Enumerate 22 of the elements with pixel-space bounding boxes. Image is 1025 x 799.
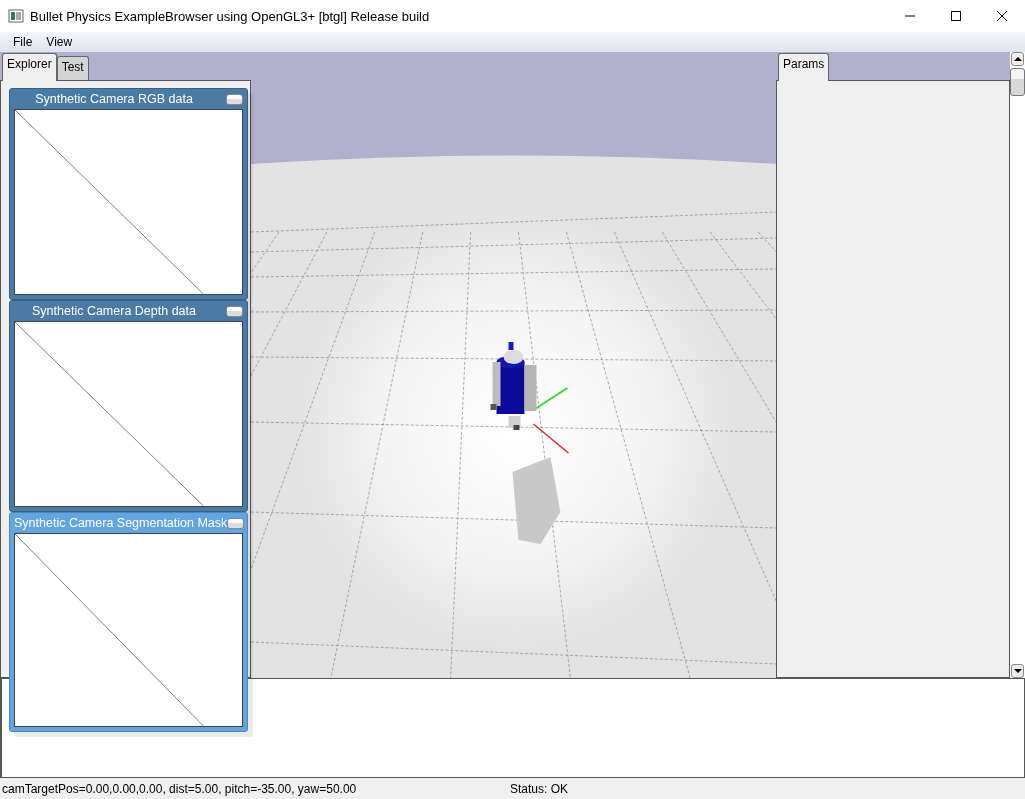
status-text: Status: OK [510,781,569,796]
close-icon [996,10,1008,22]
window-title: Bullet Physics ExampleBrowser using OpenGL3+ [btgl] Release build [30,8,431,24]
maximize-icon [950,10,962,22]
tab[interactable]: Params [778,53,830,81]
app-icon [8,8,24,24]
camera-window-title: Synthetic Camera RGB data [34,92,194,106]
minimize-button[interactable] [226,93,243,105]
down-arrow-icon [1013,668,1022,674]
menu-item[interactable]: File [6,35,40,49]
camera-info-text: camTargetPos=0.00,0.00,0.00, dist=5.00, pitch=-35.00, yaw=50.00 [2,781,358,796]
scroll-down-button[interactable] [1011,664,1024,678]
minimize-button[interactable] [226,305,243,317]
up-arrow-icon [1013,56,1022,62]
menu-item[interactable]: View [39,35,80,49]
camera-window-title: Synthetic Camera Segmentation Mask [14,516,228,530]
tab[interactable]: Explorer [2,53,57,81]
scrollbar-thumb[interactable] [1010,68,1025,96]
tab[interactable]: Test [56,56,89,80]
scroll-up-button[interactable] [1011,52,1024,66]
camera-window-title: Synthetic Camera Depth data [31,304,197,318]
minimize-button[interactable] [227,517,245,529]
